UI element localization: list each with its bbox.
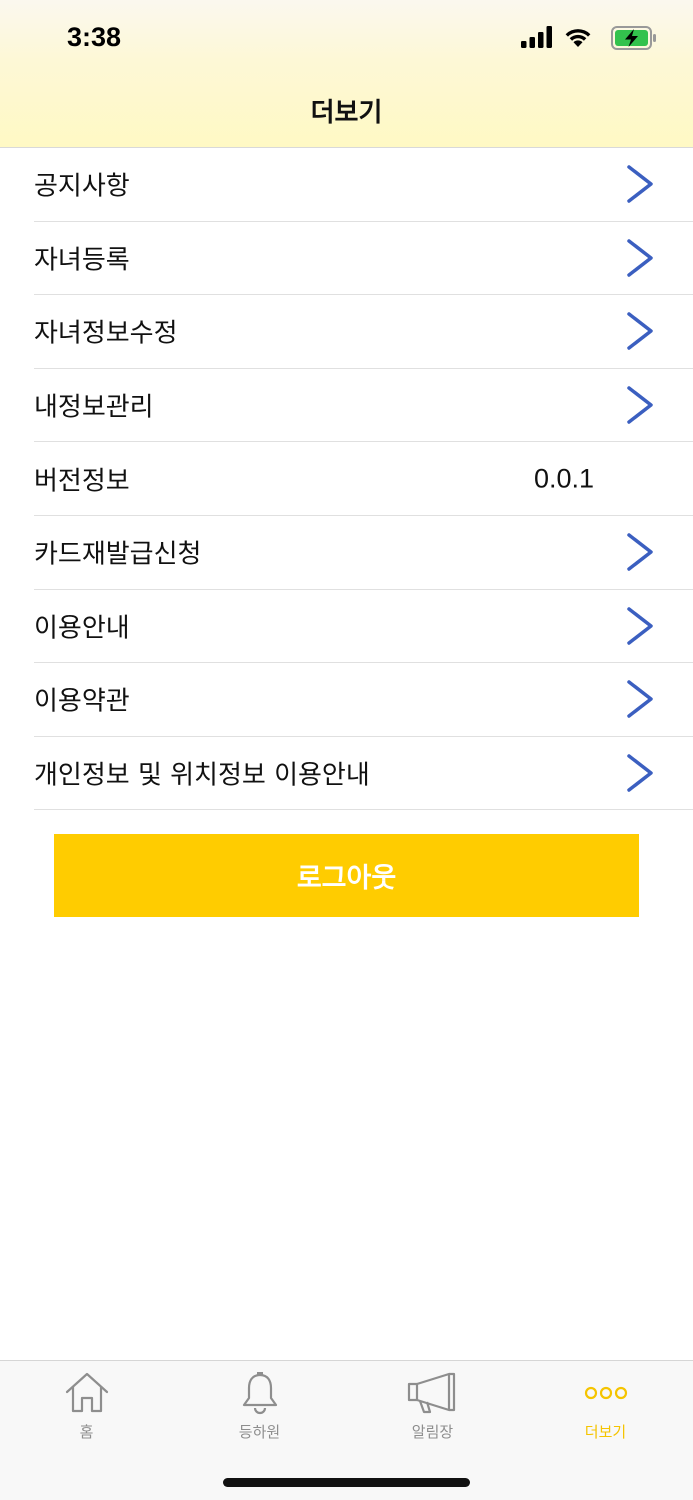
menu-item-child-edit[interactable]: 자녀정보수정 xyxy=(34,295,693,369)
menu-item-label: 자녀등록 xyxy=(34,245,130,276)
version-value: 0.0.1 xyxy=(534,463,595,494)
screen: 3:38 더보기 공지사항 자녀등록 자녀정보수정 내정보관리 버전정보 0.0… xyxy=(0,0,693,1500)
tab-label: 등하원 xyxy=(238,1423,281,1441)
menu-item-card-reissue[interactable]: 카드재발급신청 xyxy=(34,516,693,590)
logout-button[interactable]: 로그아웃 xyxy=(54,834,639,917)
tab-label: 홈 xyxy=(79,1423,94,1441)
menu-item-label: 이용약관 xyxy=(34,686,130,717)
menu-item-label: 개인정보 및 위치정보 이용안내 xyxy=(34,760,370,791)
header: 3:38 더보기 xyxy=(0,0,693,148)
megaphone-icon xyxy=(407,1372,455,1414)
battery-charging-icon xyxy=(611,26,656,50)
chevron-right-icon xyxy=(627,607,653,645)
chevron-right-icon xyxy=(627,680,653,719)
menu-list: 공지사항 자녀등록 자녀정보수정 내정보관리 버전정보 0.0.1 카드재발급신… xyxy=(0,148,693,811)
menu-item-my-info[interactable]: 내정보관리 xyxy=(34,369,693,443)
tab-attendance[interactable]: 등하원 xyxy=(173,1361,346,1451)
more-icon xyxy=(584,1386,627,1400)
tab-notebook[interactable]: 알림장 xyxy=(346,1361,519,1451)
menu-item-version: 버전정보 0.0.1 xyxy=(34,442,693,516)
menu-item-label: 버전정보 xyxy=(34,466,130,497)
page-title: 더보기 xyxy=(310,98,383,128)
menu-item-notice[interactable]: 공지사항 xyxy=(34,148,693,222)
tab-more[interactable]: 더보기 xyxy=(519,1361,692,1451)
menu-item-usage-guide[interactable]: 이용안내 xyxy=(34,590,693,664)
home-indicator xyxy=(223,1478,470,1487)
menu-item-privacy-location[interactable]: 개인정보 및 위치정보 이용안내 xyxy=(34,737,693,811)
menu-item-terms[interactable]: 이용약관 xyxy=(34,663,693,737)
menu-item-child-register[interactable]: 자녀등록 xyxy=(34,222,693,296)
wifi-icon xyxy=(565,29,591,47)
chevron-right-icon xyxy=(627,386,653,424)
menu-item-label: 카드재발급신청 xyxy=(34,539,202,570)
chevron-right-icon xyxy=(627,754,653,792)
menu-item-label: 내정보관리 xyxy=(34,392,154,423)
chevron-right-icon xyxy=(627,533,653,572)
tab-home[interactable]: 홈 xyxy=(0,1361,173,1451)
bell-icon xyxy=(242,1372,277,1415)
menu-item-label: 이용안내 xyxy=(34,613,130,644)
tab-label: 더보기 xyxy=(584,1423,627,1441)
signal-icon xyxy=(521,26,552,48)
chevron-right-icon xyxy=(627,165,653,204)
menu-item-label: 공지사항 xyxy=(34,171,130,202)
tab-label: 알림장 xyxy=(411,1423,454,1441)
menu-item-label: 자녀정보수정 xyxy=(34,318,178,349)
chevron-right-icon xyxy=(627,239,653,277)
status-time: 3:38 xyxy=(67,22,122,52)
home-icon xyxy=(65,1372,108,1413)
chevron-right-icon xyxy=(627,312,653,351)
